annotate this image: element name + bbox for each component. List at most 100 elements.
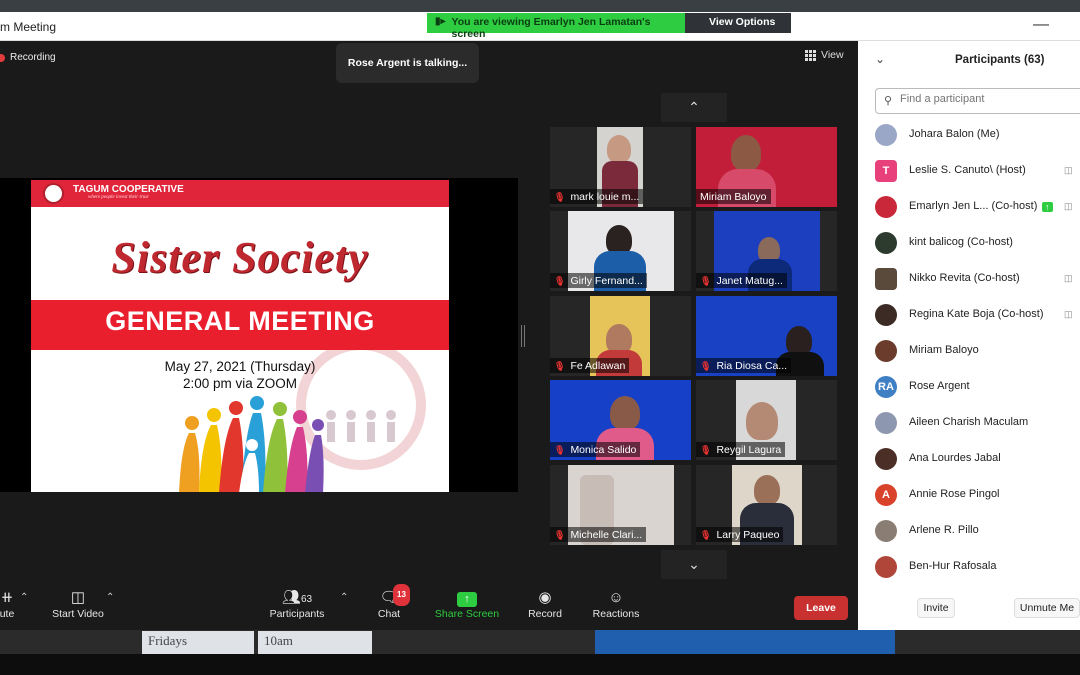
search-icon: ⚲ <box>884 95 893 107</box>
participant-row[interactable]: Ana Lourdes Jabal <box>858 447 1080 483</box>
video-tile[interactable]: 🎙︎ Fe Adlawan <box>550 296 691 376</box>
video-tile[interactable]: 🎙︎ Monica Salido <box>550 380 691 460</box>
cooperative-logo <box>43 183 64 204</box>
gallery-next-page-button[interactable]: ⌄ <box>661 550 727 579</box>
video-off-icon: ◫ <box>1064 201 1073 211</box>
chat-icon: 🗨︎ 13 <box>374 584 410 608</box>
video-tile[interactable]: 🎙︎ Reygil Lagura <box>696 380 837 460</box>
participant-row[interactable]: Arlene R. Pillo <box>858 519 1080 555</box>
desktop-blue-block <box>595 630 895 654</box>
avatar <box>875 304 897 326</box>
video-tile-name: 🎙︎ Janet Matug... <box>696 273 787 288</box>
mute-button[interactable]: ⧺ ute <box>0 588 18 620</box>
video-tile[interactable]: 🎙︎ Michelle Clari... <box>550 465 691 545</box>
avatar <box>875 196 897 218</box>
emoji-add-icon: ☺ <box>608 589 624 606</box>
view-button[interactable]: View <box>805 49 844 61</box>
shared-screen: TAGUM COOPERATIVE where people invest th… <box>0 178 518 492</box>
meeting-toolbar: ⧺ ute ⌃ ◫ Start Video ⌃ 👥︎63 Participant… <box>0 580 858 630</box>
avatar: RA <box>875 376 897 398</box>
slide-date: May 27, 2021 (Thursday) <box>164 359 316 374</box>
video-tile-name: 🎙︎ Girly Fernand... <box>550 273 647 288</box>
avatar <box>875 520 897 542</box>
participants-panel-title: Participants (63) <box>955 54 1045 66</box>
participant-row[interactable]: kint balicog (Co-host) <box>858 231 1080 267</box>
video-tile[interactable]: 🎙︎ Girly Fernand... <box>550 211 691 291</box>
participant-row[interactable]: Johara Balon (Me) <box>858 123 1080 159</box>
unmute-me-button[interactable]: Unmute Me <box>1014 598 1080 618</box>
start-video-button[interactable]: ◫ Start Video <box>48 588 108 620</box>
video-options-caret[interactable]: ⌃ <box>106 592 114 603</box>
desktop-table-cell: Fridays <box>142 631 254 655</box>
avatar <box>875 412 897 434</box>
video-off-icon: ◫ <box>1064 273 1073 283</box>
avatar: A <box>875 484 897 506</box>
screen-share-banner: ▮▸ You are viewing Emarlyn Jen Lamatan's… <box>427 13 791 40</box>
video-tile-name: 🎙︎ Reygil Lagura <box>696 442 786 457</box>
viewing-screen-text: You are viewing Emarlyn Jen Lamatan's sc… <box>451 16 651 40</box>
video-tile[interactable]: 🎙︎ Larry Paqueo <box>696 465 837 545</box>
video-tile[interactable]: Miriam Baloyo <box>696 127 837 207</box>
recording-dot-icon <box>0 53 5 62</box>
sharing-screen-icon: ↑ <box>1042 202 1053 212</box>
participant-search-box[interactable]: ⚲ <box>875 88 1080 114</box>
mute-options-caret[interactable]: ⌃ <box>20 592 28 603</box>
participant-row[interactable]: RA Rose Argent <box>858 375 1080 411</box>
meeting-main-area: Recording Rose Argent is talking... View… <box>0 41 858 631</box>
chat-button[interactable]: 🗨︎ 13 Chat <box>374 584 410 620</box>
slide-script-title: Sister Society <box>111 233 369 282</box>
viewing-screen-notice: ▮▸ You are viewing Emarlyn Jen Lamatan's… <box>427 13 685 40</box>
participant-row[interactable]: Nikko Revita (Co-host) ◫ <box>858 267 1080 303</box>
video-tile-name: 🎙︎ Monica Salido <box>550 442 641 457</box>
view-options-button[interactable]: View Options ⌄ <box>685 13 791 40</box>
chat-unread-badge: 13 <box>393 584 410 606</box>
avatar: T <box>875 160 897 182</box>
participant-row[interactable]: Regina Kate Boja (Co-host) ◫ <box>858 303 1080 339</box>
participant-row[interactable]: Ben-Hur Rafosala <box>858 555 1080 591</box>
window-title: m Meeting <box>0 20 57 34</box>
video-tile-name: 🎙︎ Larry Paqueo <box>696 527 784 542</box>
invite-button[interactable]: Invite <box>917 598 955 618</box>
collapse-panel-chevron-icon[interactable]: ⌄ <box>875 52 885 66</box>
slide-main-title: GENERAL MEETING <box>105 306 375 336</box>
participant-row[interactable]: Aileen Charish Maculam <box>858 411 1080 447</box>
video-tile[interactable]: 🎙︎ mark louie m... <box>550 127 691 207</box>
avatar <box>875 124 897 146</box>
share-screen-button[interactable]: ↑ Share Screen <box>434 588 500 620</box>
participants-button[interactable]: 👥︎63 Participants <box>266 588 328 620</box>
video-tile[interactable]: 🎙︎ Janet Matug... <box>696 211 837 291</box>
avatar <box>875 268 897 290</box>
slide-time: 2:00 pm via ZOOM <box>182 376 298 391</box>
women-silhouettes-graphic <box>179 396 324 492</box>
record-icon: ◉ <box>538 589 552 606</box>
desktop-top-strip <box>0 0 1080 12</box>
video-tile[interactable]: 🎙︎ Ria Diosa Ca... <box>696 296 837 376</box>
leave-button[interactable]: Leave <box>794 596 848 620</box>
participant-row[interactable]: A Annie Rose Pingol <box>858 483 1080 519</box>
video-tile-name: 🎙︎ Michelle Clari... <box>550 527 647 542</box>
participants-panel: ⌄ Participants (63) ⚲ Johara Balon (Me) … <box>858 41 1080 631</box>
participants-options-caret[interactable]: ⌃ <box>340 592 348 603</box>
reactions-button[interactable]: ☺ Reactions <box>592 588 640 620</box>
participant-row[interactable]: Miriam Baloyo <box>858 339 1080 375</box>
participant-search-input[interactable] <box>900 93 1080 105</box>
microphone-icon: ⧺ <box>0 589 14 606</box>
slide-tagline: where people invest their trust <box>88 195 149 200</box>
muted-mic-icon: 🎙︎ <box>554 191 566 202</box>
screenshot-root: m Meeting — ▮▸ You are viewing Emarlyn J… <box>0 0 1080 675</box>
participant-row[interactable]: T Leslie S. Canuto\ (Host) ◫ <box>858 159 1080 195</box>
video-tile-name: 🎙︎ Ria Diosa Ca... <box>696 358 792 373</box>
video-tile-name: Miriam Baloyo <box>696 189 771 204</box>
presentation-slide: TAGUM COOPERATIVE where people invest th… <box>31 180 449 492</box>
minimize-button[interactable]: — <box>1033 16 1049 34</box>
participants-icon: 👥︎63 <box>281 589 313 606</box>
active-speaker-toast: Rose Argent is talking... <box>336 43 479 83</box>
view-label: View <box>821 49 844 61</box>
video-tile-name: 🎙︎ mark louie m... <box>550 189 644 204</box>
participant-row[interactable]: Emarlyn Jen L... (Co-host) ↑ ◫ <box>858 195 1080 231</box>
slide-org-name: TAGUM COOPERATIVE <box>73 184 184 195</box>
participant-list: Johara Balon (Me) T Leslie S. Canuto\ (H… <box>858 123 1080 591</box>
record-button[interactable]: ◉ Record <box>526 588 564 620</box>
splitter-handle[interactable] <box>521 325 525 347</box>
gallery-prev-page-button[interactable]: ⌃ <box>661 93 727 122</box>
